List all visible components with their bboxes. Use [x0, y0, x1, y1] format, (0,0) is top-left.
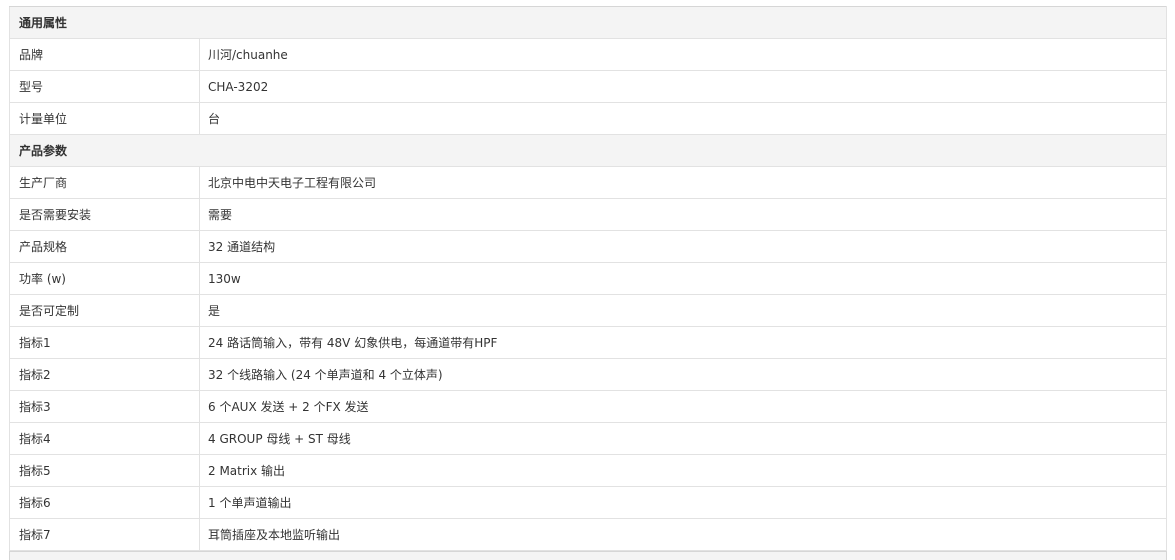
row-value: 130w [199, 262, 1167, 295]
section-title: 通用属性 [9, 6, 1167, 39]
spec-table-container: 通用属性 品牌 川河/chuanhe 型号 CHA-3202 计量单位 台 产品… [9, 6, 1167, 551]
row-value: 1 个单声道输出 [199, 486, 1167, 519]
row-key: 是否需要安装 [9, 198, 200, 231]
row-value: 需要 [199, 198, 1167, 231]
table-row: 指标6 1 个单声道输出 [9, 486, 1167, 519]
table-row: 指标1 24 路话筒输入，带有 48V 幻象供电，每通道带有HPF [9, 326, 1167, 359]
row-value: CHA-3202 [199, 70, 1167, 103]
spec-table: 通用属性 品牌 川河/chuanhe 型号 CHA-3202 计量单位 台 产品… [9, 6, 1167, 551]
row-value: 北京中电中天电子工程有限公司 [199, 166, 1167, 199]
row-value: 32 个线路输入 (24 个单声道和 4 个立体声) [199, 358, 1167, 391]
row-key: 计量单位 [9, 102, 200, 135]
row-key: 指标2 [9, 358, 200, 391]
table-row: 是否需要安装 需要 [9, 198, 1167, 231]
row-value: 耳筒插座及本地监听输出 [199, 518, 1167, 551]
row-value: 川河/chuanhe [199, 38, 1167, 71]
section-header-general: 通用属性 [9, 6, 1167, 39]
table-row: 是否可定制 是 [9, 294, 1167, 327]
table-row: 指标5 2 Matrix 输出 [9, 454, 1167, 487]
section-header-params: 产品参数 [9, 134, 1167, 167]
table-row: 指标7 耳筒插座及本地监听输出 [9, 518, 1167, 551]
row-key: 指标3 [9, 390, 200, 423]
row-key: 功率 (w) [9, 262, 200, 295]
table-row: 指标2 32 个线路输入 (24 个单声道和 4 个立体声) [9, 358, 1167, 391]
table-row: 产品规格 32 通道结构 [9, 230, 1167, 263]
row-key: 型号 [9, 70, 200, 103]
row-value: 是 [199, 294, 1167, 327]
row-value: 台 [199, 102, 1167, 135]
row-key: 指标7 [9, 518, 200, 551]
table-row: 型号 CHA-3202 [9, 70, 1167, 103]
row-key: 产品规格 [9, 230, 200, 263]
table-row: 指标3 6 个AUX 发送 + 2 个FX 发送 [9, 390, 1167, 423]
section-title: 产品参数 [9, 134, 1167, 167]
row-key: 生产厂商 [9, 166, 200, 199]
row-value: 24 路话筒输入，带有 48V 幻象供电，每通道带有HPF [199, 326, 1167, 359]
row-value: 32 通道结构 [199, 230, 1167, 263]
row-key: 是否可定制 [9, 294, 200, 327]
row-value: 2 Matrix 输出 [199, 454, 1167, 487]
row-key: 指标4 [9, 422, 200, 455]
table-row: 生产厂商 北京中电中天电子工程有限公司 [9, 166, 1167, 199]
row-key: 指标6 [9, 486, 200, 519]
row-key: 指标5 [9, 454, 200, 487]
table-row: 功率 (w) 130w [9, 262, 1167, 295]
next-section-header [9, 551, 1167, 560]
table-row: 指标4 4 GROUP 母线 + ST 母线 [9, 422, 1167, 455]
row-value: 6 个AUX 发送 + 2 个FX 发送 [199, 390, 1167, 423]
row-value: 4 GROUP 母线 + ST 母线 [199, 422, 1167, 455]
row-key: 品牌 [9, 38, 200, 71]
table-row: 计量单位 台 [9, 102, 1167, 135]
table-row: 品牌 川河/chuanhe [9, 38, 1167, 71]
row-key: 指标1 [9, 326, 200, 359]
